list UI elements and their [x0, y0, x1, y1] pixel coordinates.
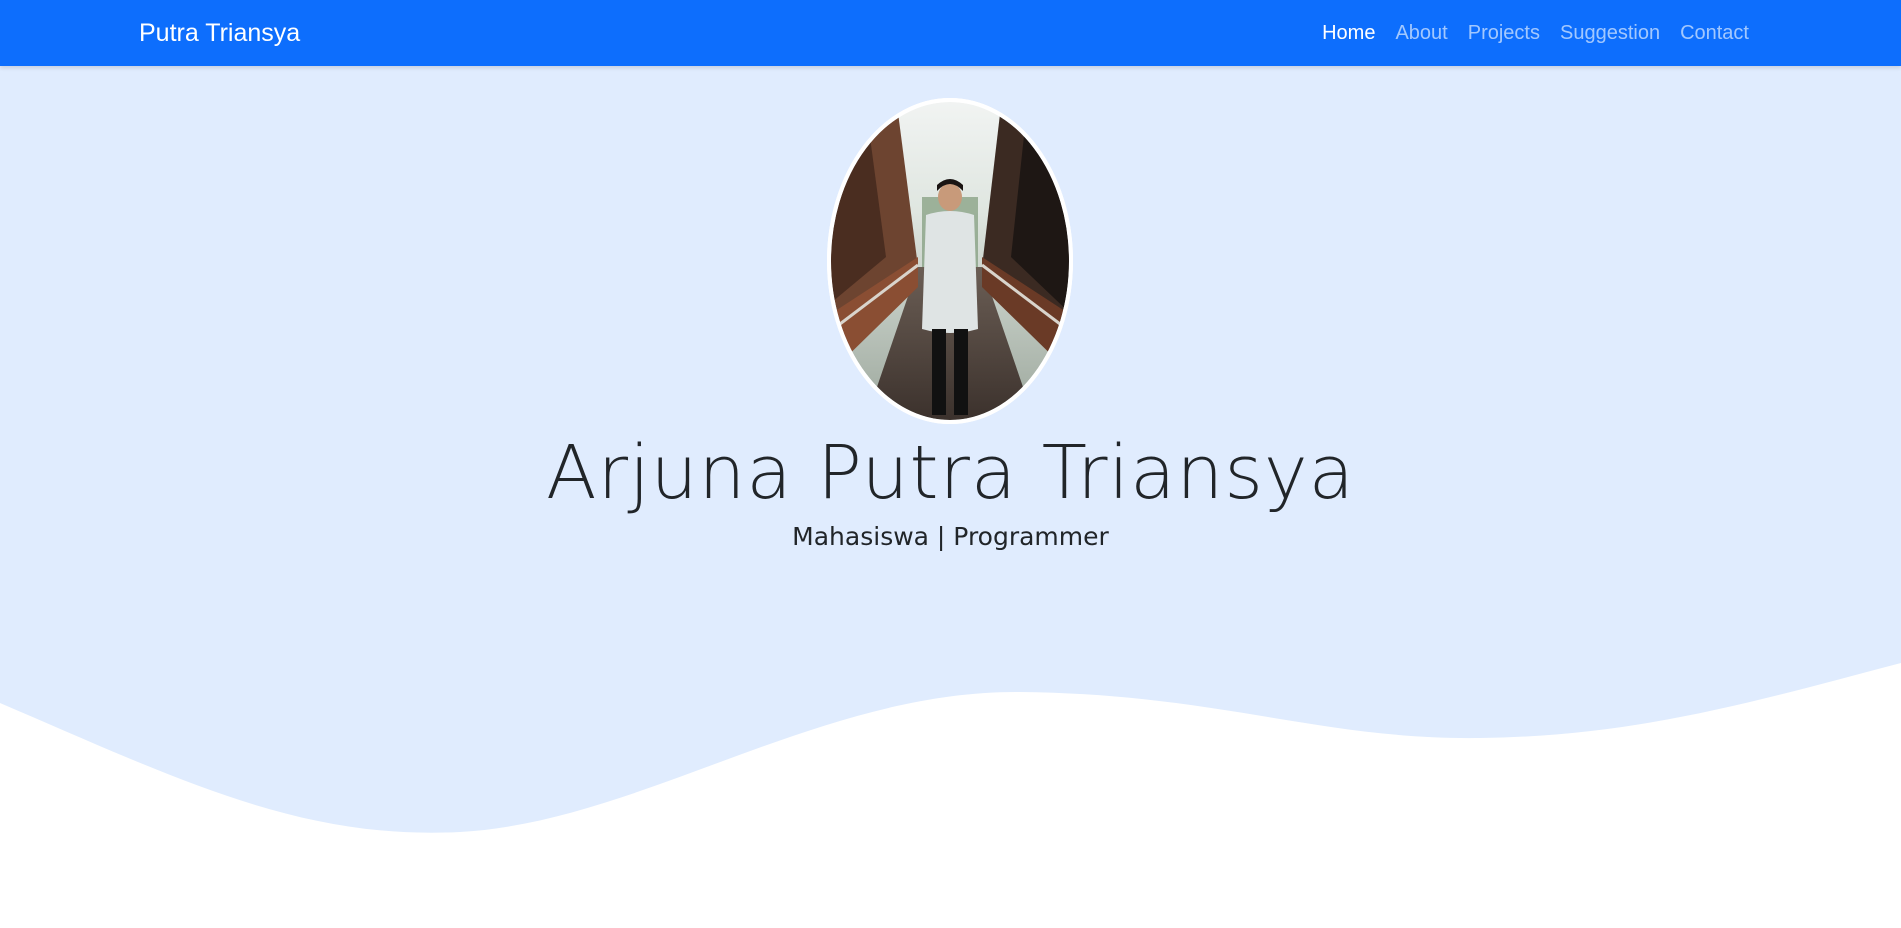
nav-link-suggestion[interactable]: Suggestion	[1560, 22, 1660, 45]
hero-name: Arjuna Putra Triansya	[545, 430, 1356, 516]
nav-link-home[interactable]: Home	[1322, 22, 1375, 45]
nav-link-contact[interactable]: Contact	[1680, 22, 1749, 45]
nav-links: Home About Projects Suggestion Contact	[1322, 0, 1749, 66]
nav-link-projects[interactable]: Projects	[1468, 22, 1540, 45]
hero-subtitle: Mahasiswa | Programmer	[792, 522, 1109, 551]
navbar: Putra Triansya Home About Projects Sugge…	[0, 0, 1901, 66]
profile-photo	[827, 98, 1073, 424]
nav-link-about[interactable]: About	[1395, 22, 1447, 45]
navbar-brand[interactable]: Putra Triansya	[139, 0, 300, 66]
